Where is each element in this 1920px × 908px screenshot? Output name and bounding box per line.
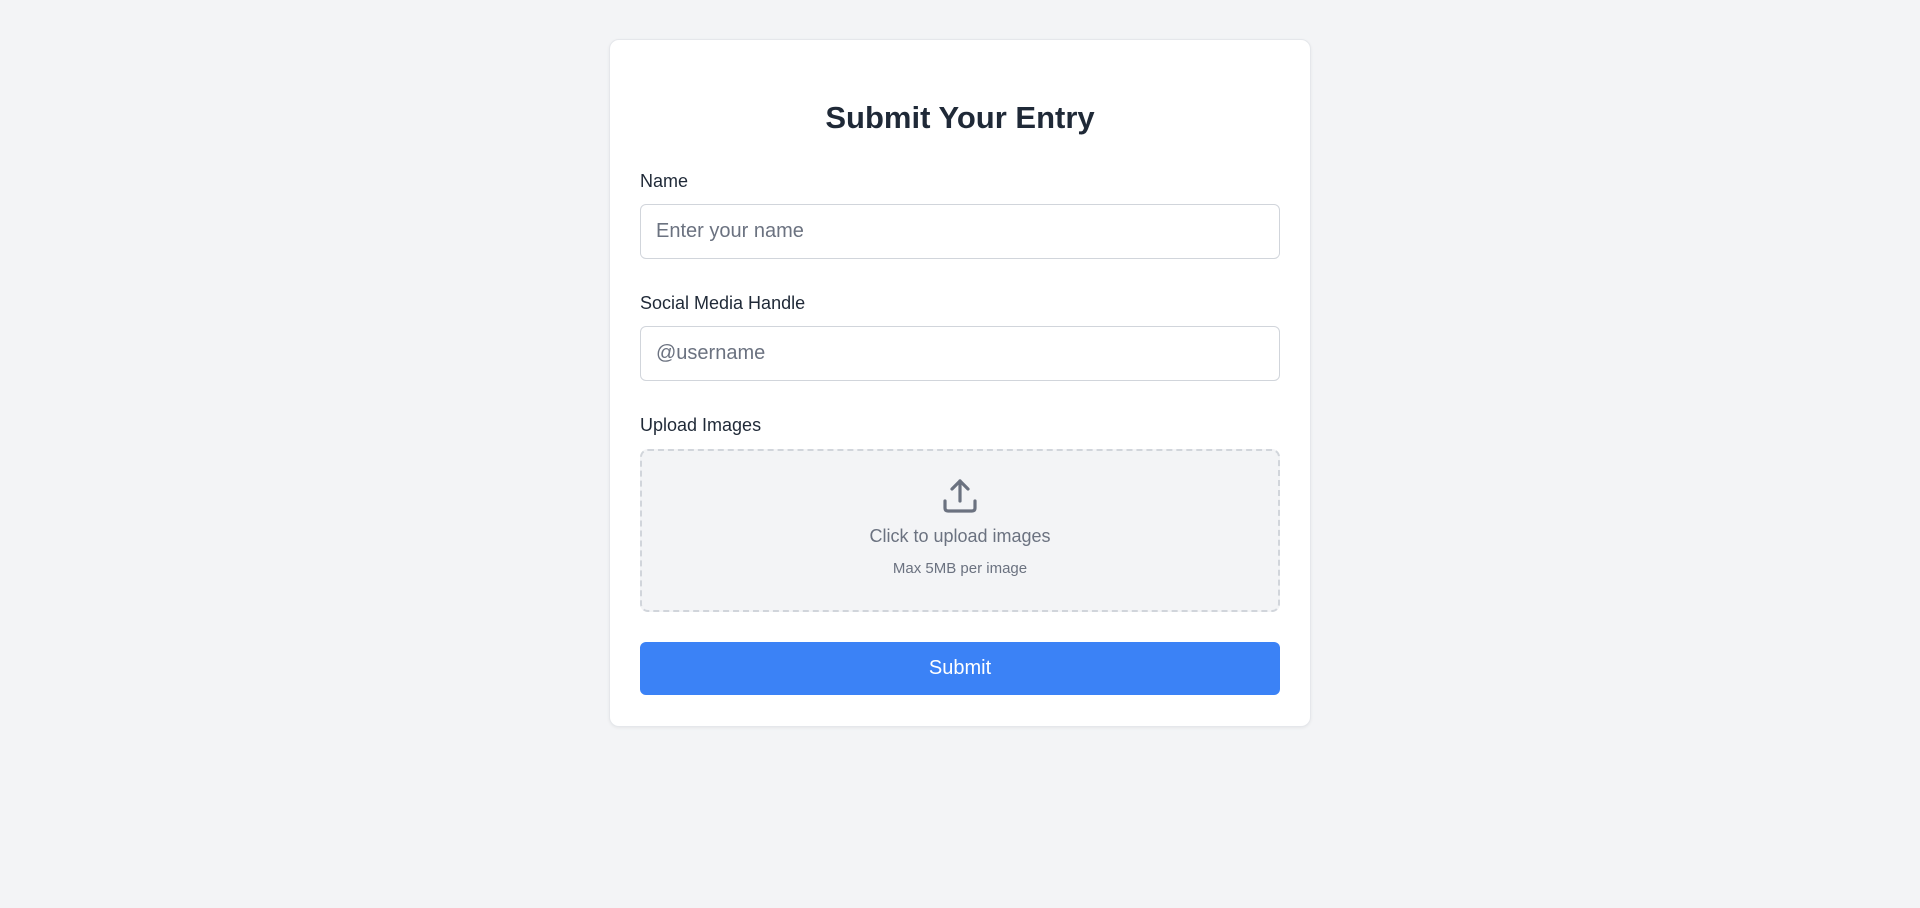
form-title: Submit Your Entry: [825, 100, 1095, 135]
social-handle-label: Social Media Handle: [640, 293, 806, 313]
submit-button[interactable]: Submit: [640, 642, 1280, 695]
upload-size-hint: Max 5MB per image: [892, 560, 1028, 577]
upload-images-label: Upload Images: [640, 415, 762, 435]
image-upload-dropzone[interactable]: Click to upload images Max 5MB per image: [640, 449, 1280, 612]
entry-form-card: Submit Your Entry Name Social Media Hand…: [609, 39, 1311, 727]
name-input[interactable]: [640, 204, 1280, 259]
upload-prompt-text: Click to upload images: [869, 526, 1051, 546]
upload-icon: [941, 477, 979, 515]
social-handle-input[interactable]: [640, 326, 1280, 381]
name-label: Name: [640, 171, 689, 191]
